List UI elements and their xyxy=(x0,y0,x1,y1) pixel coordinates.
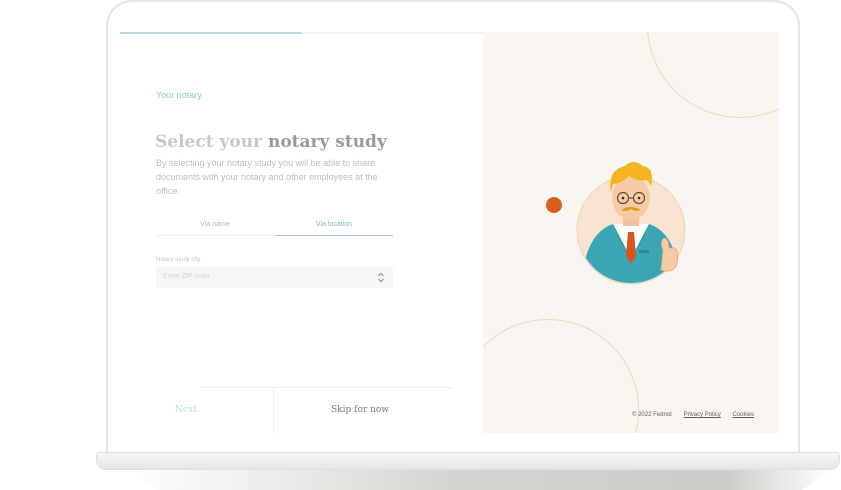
page-title-light: Select your xyxy=(155,132,263,152)
laptop-base xyxy=(96,452,840,470)
laptop-shadow xyxy=(130,470,830,490)
page-description: By selecting your notary study you will … xyxy=(156,158,378,196)
page-title-bold: notary study xyxy=(267,132,387,152)
footer-divider xyxy=(200,387,453,388)
progress-fill xyxy=(120,32,302,34)
tab-via-name[interactable]: Via name xyxy=(156,218,274,236)
tab-via-location[interactable]: Via location xyxy=(275,218,393,236)
site-footer: © 2022 Fednot Privacy Policy Cookies xyxy=(632,412,772,424)
zip-code-select[interactable]: Enter ZIP code xyxy=(156,267,393,288)
page-title: Select your notary study xyxy=(155,132,387,152)
zip-code-placeholder: Enter ZIP code xyxy=(163,273,210,280)
notary-avatar-illustration xyxy=(576,162,686,285)
illustration-panel: © 2022 Fednot Privacy Policy Cookies xyxy=(483,32,779,433)
skip-button[interactable]: Skip for now xyxy=(300,400,420,420)
cookies-link[interactable]: Cookies xyxy=(732,412,754,418)
copyright-text: © 2022 Fednot xyxy=(632,412,672,418)
decorative-dot xyxy=(546,197,562,213)
decorative-arc-top xyxy=(647,32,779,118)
city-field-label: Notary study city xyxy=(156,257,201,263)
search-mode-tabs: Via name Via location xyxy=(156,218,393,236)
step-label: Your notary xyxy=(156,90,202,100)
form-footer: Next Skip for now xyxy=(120,387,483,433)
progress-bar xyxy=(120,32,483,34)
app-screen: Your notary Select your notary study By … xyxy=(120,32,779,433)
onboarding-form-panel: Your notary Select your notary study By … xyxy=(120,32,483,433)
next-button[interactable]: Next xyxy=(146,400,226,420)
decorative-arc-bottom xyxy=(483,319,639,433)
updown-chevron-icon xyxy=(378,272,384,283)
footer-button-divider xyxy=(273,387,274,433)
privacy-policy-link[interactable]: Privacy Policy xyxy=(683,412,720,418)
